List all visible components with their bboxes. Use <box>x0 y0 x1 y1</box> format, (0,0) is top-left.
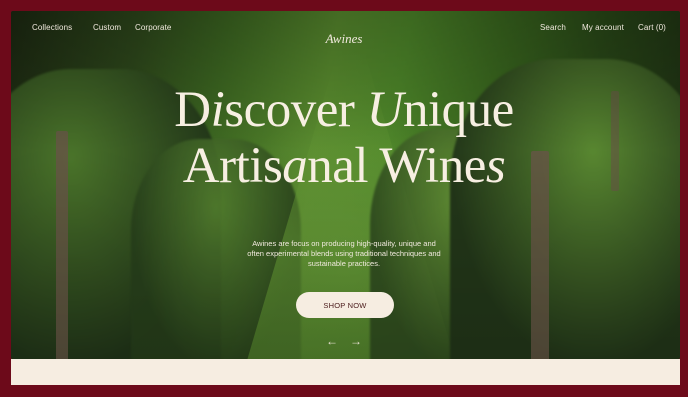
hero-headline-line2: Artisanal Wines <box>182 138 506 194</box>
hero-description: Awines are focus on producing high-quali… <box>247 239 441 268</box>
nav-cart[interactable]: Cart (0) <box>638 23 666 32</box>
next-arrow-icon[interactable]: → <box>350 334 362 348</box>
nav-my-account[interactable]: My account <box>582 23 624 32</box>
brand-logo[interactable]: Awines <box>0 31 688 47</box>
shop-now-button[interactable]: SHOP NOW <box>296 292 394 318</box>
prev-arrow-icon[interactable]: ← <box>326 334 338 348</box>
nav-search[interactable]: Search <box>540 23 566 32</box>
hero-headline-line1: Discover Unique <box>174 82 514 138</box>
next-section-strip <box>11 359 680 385</box>
